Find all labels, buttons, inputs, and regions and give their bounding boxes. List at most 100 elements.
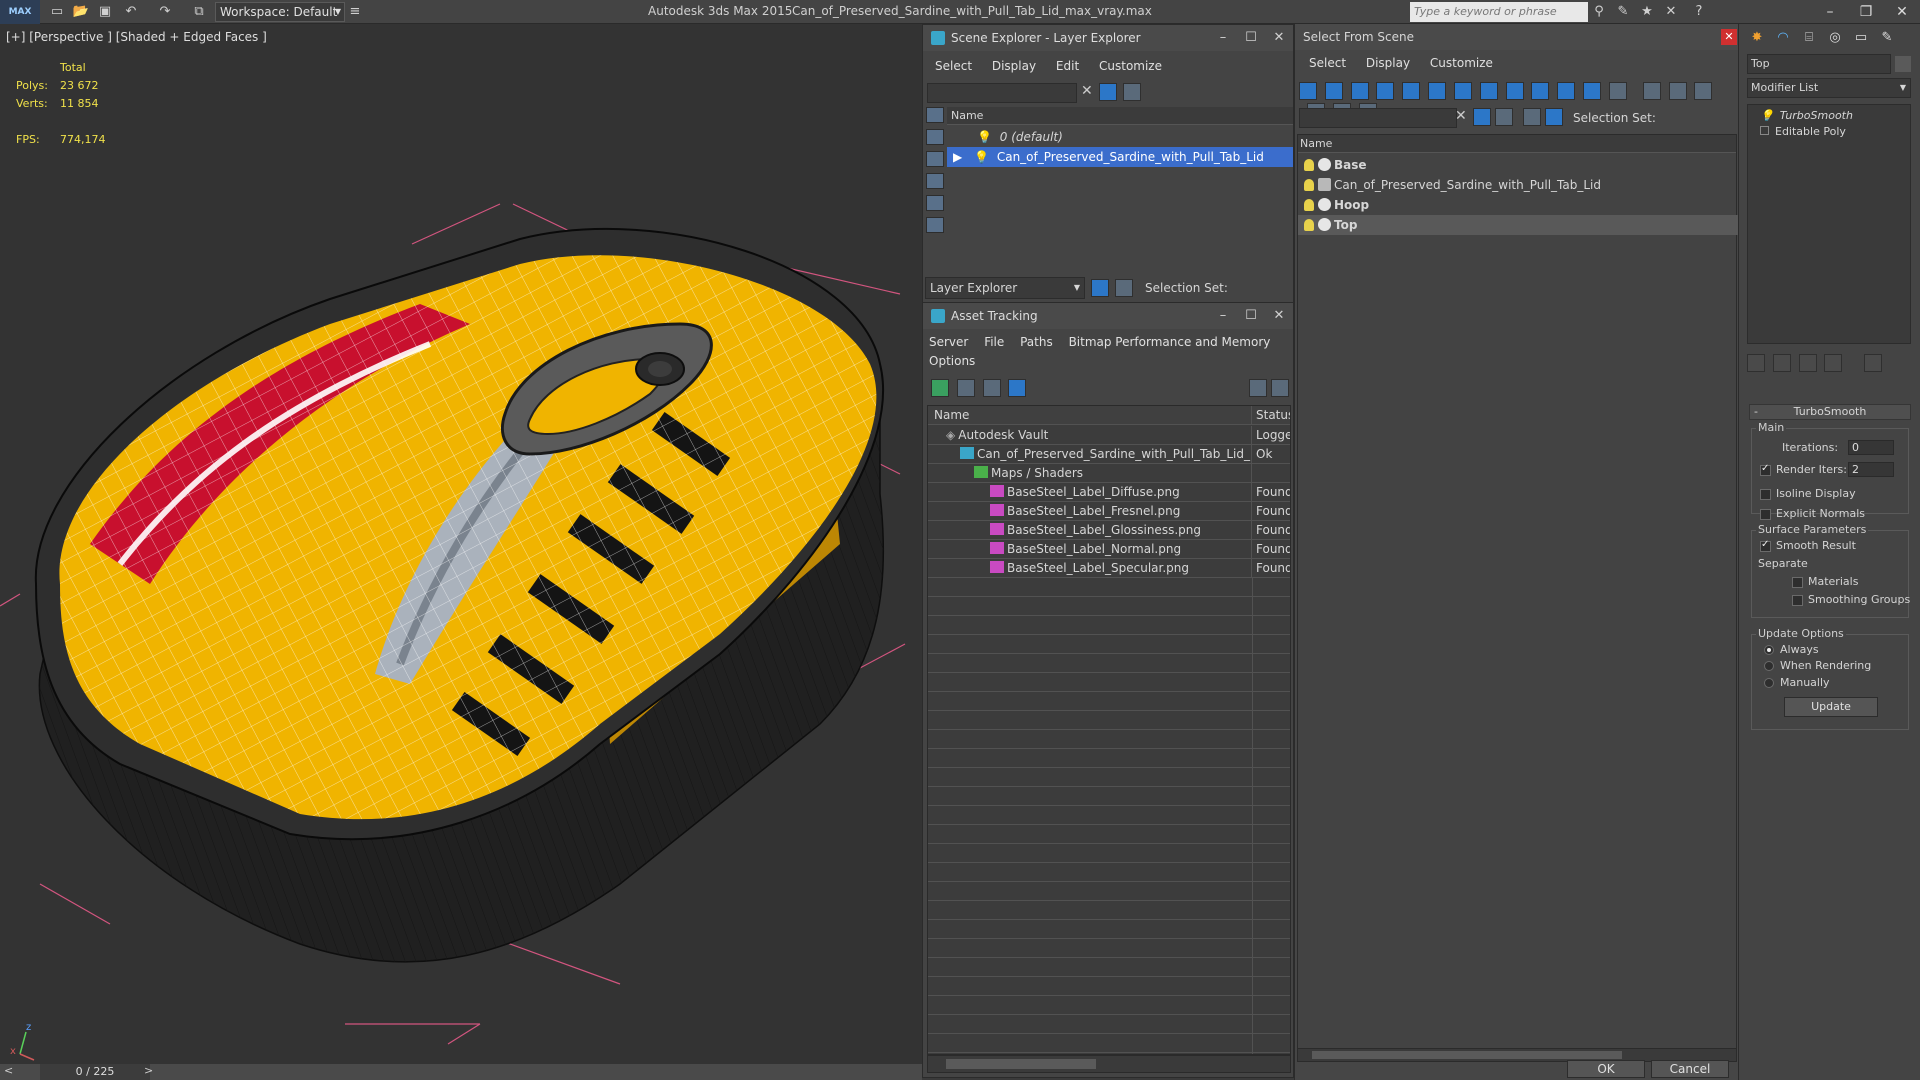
menu-customize[interactable]: Customize <box>1099 59 1162 73</box>
display-lights-icon[interactable] <box>926 217 944 233</box>
restore-icon[interactable]: ❐ <box>1848 2 1884 22</box>
list-icon[interactable] <box>956 379 975 397</box>
stack-item-turbosmooth[interactable]: 💡 TurboSmooth <box>1760 109 1853 122</box>
filter-spacewarps-icon[interactable] <box>1428 82 1447 100</box>
materials-checkbox[interactable] <box>1792 577 1803 588</box>
menu-select[interactable]: Select <box>1309 56 1346 70</box>
scrollbar-thumb[interactable] <box>946 1059 1096 1069</box>
filter-lights-icon[interactable] <box>1350 82 1369 100</box>
object-row-base[interactable]: Base <box>1298 155 1738 175</box>
menu-bitmap-performance[interactable]: Bitmap Performance and Memory <box>1069 335 1271 349</box>
search-input[interactable]: Type a keyword or phrase <box>1410 2 1588 22</box>
thumbnail-icon[interactable] <box>982 379 1001 397</box>
close-icon[interactable]: ✕ <box>1265 303 1293 329</box>
workspace-dropdown[interactable]: Workspace: Default ▼ <box>215 2 345 22</box>
layers-icon[interactable] <box>1523 108 1541 126</box>
save-icon[interactable]: ▣ <box>96 3 114 21</box>
configure-sets-icon[interactable] <box>1864 354 1883 372</box>
layer-explorer-dropdown[interactable]: Layer Explorer ▼ <box>925 277 1085 299</box>
expand-arrow-icon[interactable]: ▶ <box>953 150 962 164</box>
minimize-icon[interactable]: – <box>1209 303 1237 329</box>
filter-shapes-icon[interactable] <box>1324 82 1343 100</box>
filter-containers-icon[interactable] <box>1531 82 1550 100</box>
turbosmooth-rollout-header[interactable]: - TurboSmooth <box>1749 404 1911 420</box>
menu-file[interactable]: File <box>984 335 1004 349</box>
expand-box-icon[interactable] <box>1760 126 1769 135</box>
filter-groups-icon[interactable] <box>1453 82 1472 100</box>
col-name-header[interactable]: Name <box>928 406 1252 425</box>
object-row-sardine[interactable]: Can_of_Preserved_Sardine_with_Pull_Tab_L… <box>1298 175 1738 195</box>
menu-server[interactable]: Server <box>929 335 968 349</box>
star-icon[interactable]: ★ <box>1638 3 1656 21</box>
open-file-icon[interactable]: 📂 <box>72 3 90 21</box>
display-shapes-icon[interactable] <box>926 195 944 211</box>
filter-geometry-icon[interactable] <box>1299 82 1317 100</box>
filter-icon[interactable] <box>1099 83 1117 101</box>
isoline-checkbox[interactable] <box>1760 489 1771 500</box>
filter-cameras-icon[interactable] <box>1376 82 1395 100</box>
menu-display[interactable]: Display <box>1366 56 1410 70</box>
menu-edit[interactable]: Edit <box>1056 59 1079 73</box>
filter-icon[interactable] <box>1473 108 1491 126</box>
layer-row-sardine[interactable]: ▶ 💡 Can_of_Preserved_Sardine_with_Pull_T… <box>947 147 1293 167</box>
explicit-normals-checkbox[interactable] <box>1760 509 1771 520</box>
table-row[interactable]: BaseSteel_Label_Normal.png Found <box>928 540 1290 559</box>
scrollbar-thumb[interactable] <box>1312 1051 1622 1059</box>
menu-paths[interactable]: Paths <box>1020 335 1053 349</box>
maximize-icon[interactable]: ☐ <box>1237 25 1265 51</box>
lightbulb-icon[interactable]: 💡 <box>974 150 989 164</box>
scene-column-header[interactable]: Name <box>947 107 1293 125</box>
maximize-icon[interactable]: ☐ <box>1237 303 1265 329</box>
lightbulb-icon[interactable]: 💡 <box>977 130 992 144</box>
filter-bones-icon[interactable] <box>1505 82 1524 100</box>
binoculars-icon[interactable]: ⚲ <box>1590 3 1608 21</box>
manually-radio[interactable] <box>1764 678 1774 688</box>
close-icon[interactable]: ✕ <box>1265 25 1293 51</box>
clear-search-icon[interactable]: ✕ <box>1455 108 1467 124</box>
pin-stack-icon[interactable] <box>1747 354 1765 372</box>
next-frame-icon[interactable]: > <box>144 1064 153 1077</box>
asset-horizontal-scrollbar[interactable] <box>927 1055 1291 1073</box>
select-invert-icon[interactable] <box>1694 82 1713 100</box>
settings-icon[interactable] <box>1271 379 1289 397</box>
select-from-scene-titlebar[interactable]: Select From Scene <box>1295 24 1739 50</box>
object-color-swatch[interactable] <box>1895 56 1911 72</box>
frame-counter[interactable]: 0 / 225 <box>40 1064 150 1080</box>
object-row-top[interactable]: Top <box>1298 215 1738 235</box>
filter-xrefs-icon[interactable] <box>1479 82 1498 100</box>
update-button[interactable]: Update <box>1784 697 1878 717</box>
table-view-icon[interactable] <box>1008 379 1027 397</box>
scene-explorer-titlebar[interactable]: Scene Explorer - Layer Explorer – ☐ ✕ <box>923 25 1293 51</box>
table-row[interactable]: Maps / Shaders <box>928 464 1290 483</box>
new-file-icon[interactable]: ▭ <box>48 3 66 21</box>
menu-select[interactable]: Select <box>935 59 972 73</box>
menu-display[interactable]: Display <box>992 59 1036 73</box>
select-column-header[interactable]: Name <box>1298 135 1736 153</box>
table-row[interactable]: BaseSteel_Label_Fresnel.png Found <box>928 502 1290 521</box>
scene-search-field[interactable] <box>927 83 1077 103</box>
col-status-header[interactable]: Status <box>1256 406 1290 425</box>
select-none-icon[interactable] <box>1668 82 1687 100</box>
iterations-spinner[interactable]: 0 <box>1848 440 1894 455</box>
undo-icon[interactable]: ↶ <box>122 3 140 21</box>
lightbulb-icon[interactable] <box>1304 199 1314 211</box>
stack-item-editable-poly[interactable]: Editable Poly <box>1760 125 1846 138</box>
perspective-viewport[interactable]: [+] [Perspective ] [Shaded + Edged Faces… <box>0 24 922 1064</box>
prev-frame-icon[interactable]: < <box>4 1064 13 1077</box>
smoothing-groups-checkbox[interactable] <box>1792 595 1803 606</box>
object-row-hoop[interactable]: Hoop <box>1298 195 1738 215</box>
table-row[interactable]: Can_of_Preserved_Sardine_with_Pull_Tab_L… <box>928 445 1290 464</box>
make-unique-icon[interactable] <box>1798 354 1817 372</box>
close-icon[interactable]: ✕ <box>1721 29 1737 45</box>
minimize-icon[interactable]: – <box>1209 25 1237 51</box>
lightbulb-icon[interactable]: 💡 <box>1760 109 1774 122</box>
select-all-icon[interactable] <box>1642 82 1661 100</box>
hierarchy-tab-icon[interactable]: ⌸ <box>1799 28 1819 48</box>
lightbulb-icon[interactable] <box>1304 179 1314 191</box>
cancel-button[interactable]: Cancel <box>1651 1060 1729 1078</box>
layer-row-default[interactable]: 💡 0 (default) <box>947 127 1293 147</box>
display-tab-icon[interactable]: ▭ <box>1851 28 1871 48</box>
asset-tracking-titlebar[interactable]: Asset Tracking – ☐ ✕ <box>923 303 1293 329</box>
table-row[interactable]: BaseSteel_Label_Specular.png Found <box>928 559 1290 578</box>
modify-tab-icon[interactable]: ◠ <box>1773 28 1793 48</box>
